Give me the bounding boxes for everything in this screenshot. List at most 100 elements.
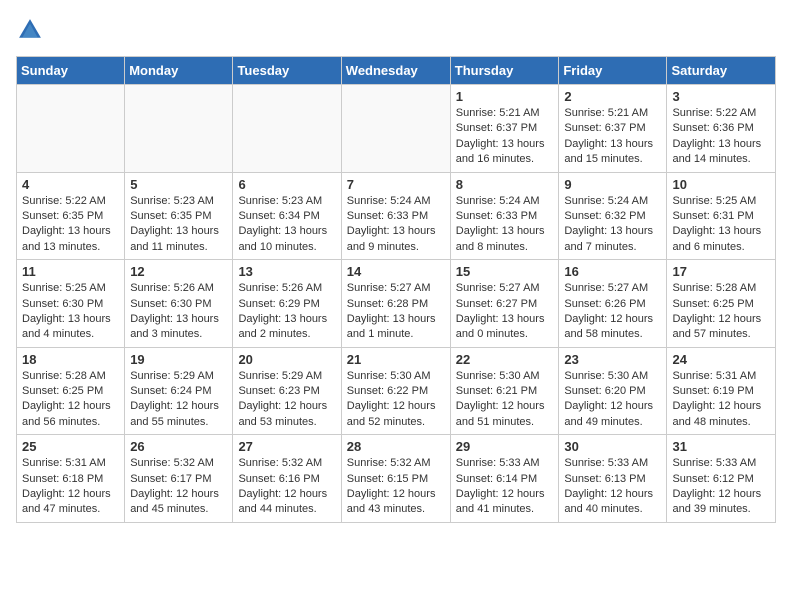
day-number: 6 [238, 177, 335, 192]
day-info: Sunrise: 5:26 AM Sunset: 6:30 PM Dayligh… [130, 281, 227, 343]
day-number: 1 [456, 89, 554, 104]
logo [16, 16, 48, 44]
day-number: 25 [22, 439, 119, 454]
calendar-cell: 19Sunrise: 5:29 AM Sunset: 6:24 PM Dayli… [125, 347, 233, 435]
day-number: 30 [564, 439, 661, 454]
calendar-cell: 1 Sunrise: 5:21 AM Sunset: 6:37 PM Daylig… [450, 85, 559, 173]
calendar-cell: 30 Sunrise: 5:33 AM Sunset: 6:13 PM Dayli… [559, 435, 667, 523]
day-number: 2 [564, 89, 661, 104]
day-number: 4 [22, 177, 119, 192]
week-row-0: 1 Sunrise: 5:21 AM Sunset: 6:37 PM Daylig… [17, 85, 776, 173]
day-info: Sunrise: 5:27 AM Sunset: 6:26 PM Dayligh… [564, 281, 661, 343]
day-info: Sunrise: 5:22 AM Sunset: 6:36 PM Dayligh… [672, 106, 770, 168]
calendar-cell [17, 85, 125, 173]
day-info: Sunrise: 5:21 AM Sunset: 6:37 PM Dayligh… [456, 106, 554, 168]
day-number: 13 [238, 264, 335, 279]
day-info: Sunrise: 5:29 AM Sunset: 6:23 PM Dayligh… [238, 369, 335, 431]
day-info: Sunrise: 5:24 AM Sunset: 6:33 PM Dayligh… [456, 194, 554, 256]
calendar-cell: 12 Sunrise: 5:26 AM Sunset: 6:30 PM Dayli… [125, 260, 233, 348]
day-info: Sunrise: 5:23 AM Sunset: 6:34 PM Dayligh… [238, 194, 335, 256]
calendar-cell [125, 85, 233, 173]
day-info: Sunrise: 5:32 AM Sunset: 6:16 PM Dayligh… [238, 456, 335, 518]
calendar-cell: 24 Sunrise: 5:31 AM Sunset: 6:19 PM Dayli… [667, 347, 776, 435]
calendar-table: SundayMondayTuesdayWednesdayThursdayFrid… [16, 56, 776, 523]
day-number: 12 [130, 264, 227, 279]
day-info: Sunrise: 5:28 AM Sunset: 6:25 PM Dayligh… [672, 281, 770, 343]
day-info: Sunrise: 5:31 AM Sunset: 6:18 PM Dayligh… [22, 456, 119, 518]
day-number: 5 [130, 177, 227, 192]
calendar-cell: 28Sunrise: 5:32 AM Sunset: 6:15 PM Dayli… [341, 435, 450, 523]
day-number: 14 [347, 264, 445, 279]
calendar-cell: 7Sunrise: 5:24 AM Sunset: 6:33 PM Daylig… [341, 172, 450, 260]
page-header [16, 16, 776, 44]
day-number: 31 [672, 439, 770, 454]
calendar-cell: 25 Sunrise: 5:31 AM Sunset: 6:18 PM Dayli… [17, 435, 125, 523]
day-number: 20 [238, 352, 335, 367]
calendar-cell: 29 Sunrise: 5:33 AM Sunset: 6:14 PM Dayli… [450, 435, 559, 523]
day-info: Sunrise: 5:23 AM Sunset: 6:35 PM Dayligh… [130, 194, 227, 256]
day-info: Sunrise: 5:30 AM Sunset: 6:22 PM Dayligh… [347, 369, 445, 431]
calendar-cell: 13Sunrise: 5:26 AM Sunset: 6:29 PM Dayli… [233, 260, 341, 348]
day-number: 29 [456, 439, 554, 454]
calendar-cell: 17 Sunrise: 5:28 AM Sunset: 6:25 PM Dayli… [667, 260, 776, 348]
calendar-cell: 18 Sunrise: 5:28 AM Sunset: 6:25 PM Dayli… [17, 347, 125, 435]
calendar-cell: 16 Sunrise: 5:27 AM Sunset: 6:26 PM Dayli… [559, 260, 667, 348]
day-header-wednesday: Wednesday [341, 57, 450, 85]
day-info: Sunrise: 5:30 AM Sunset: 6:21 PM Dayligh… [456, 369, 554, 431]
day-info: Sunrise: 5:24 AM Sunset: 6:32 PM Dayligh… [564, 194, 661, 256]
calendar-cell: 14 Sunrise: 5:27 AM Sunset: 6:28 PM Dayli… [341, 260, 450, 348]
calendar-cell [233, 85, 341, 173]
day-number: 24 [672, 352, 770, 367]
week-row-1: 4 Sunrise: 5:22 AM Sunset: 6:35 PM Daylig… [17, 172, 776, 260]
day-number: 18 [22, 352, 119, 367]
day-info: Sunrise: 5:21 AM Sunset: 6:37 PM Dayligh… [564, 106, 661, 168]
day-header-tuesday: Tuesday [233, 57, 341, 85]
day-info: Sunrise: 5:33 AM Sunset: 6:13 PM Dayligh… [564, 456, 661, 518]
day-number: 3 [672, 89, 770, 104]
calendar-cell: 9 Sunrise: 5:24 AM Sunset: 6:32 PM Daylig… [559, 172, 667, 260]
day-header-friday: Friday [559, 57, 667, 85]
day-info: Sunrise: 5:22 AM Sunset: 6:35 PM Dayligh… [22, 194, 119, 256]
day-info: Sunrise: 5:30 AM Sunset: 6:20 PM Dayligh… [564, 369, 661, 431]
day-info: Sunrise: 5:33 AM Sunset: 6:12 PM Dayligh… [672, 456, 770, 518]
day-info: Sunrise: 5:24 AM Sunset: 6:33 PM Dayligh… [347, 194, 445, 256]
calendar-cell: 2 Sunrise: 5:21 AM Sunset: 6:37 PM Daylig… [559, 85, 667, 173]
day-info: Sunrise: 5:32 AM Sunset: 6:17 PM Dayligh… [130, 456, 227, 518]
day-info: Sunrise: 5:33 AM Sunset: 6:14 PM Dayligh… [456, 456, 554, 518]
day-number: 17 [672, 264, 770, 279]
week-row-2: 11 Sunrise: 5:25 AM Sunset: 6:30 PM Dayli… [17, 260, 776, 348]
calendar-cell: 20 Sunrise: 5:29 AM Sunset: 6:23 PM Dayli… [233, 347, 341, 435]
day-number: 16 [564, 264, 661, 279]
day-header-thursday: Thursday [450, 57, 559, 85]
day-number: 22 [456, 352, 554, 367]
week-row-4: 25 Sunrise: 5:31 AM Sunset: 6:18 PM Dayli… [17, 435, 776, 523]
day-header-monday: Monday [125, 57, 233, 85]
calendar-cell: 11 Sunrise: 5:25 AM Sunset: 6:30 PM Dayli… [17, 260, 125, 348]
calendar-cell: 6 Sunrise: 5:23 AM Sunset: 6:34 PM Daylig… [233, 172, 341, 260]
day-info: Sunrise: 5:25 AM Sunset: 6:31 PM Dayligh… [672, 194, 770, 256]
day-number: 21 [347, 352, 445, 367]
day-number: 15 [456, 264, 554, 279]
day-info: Sunrise: 5:27 AM Sunset: 6:28 PM Dayligh… [347, 281, 445, 343]
day-info: Sunrise: 5:31 AM Sunset: 6:19 PM Dayligh… [672, 369, 770, 431]
day-header-sunday: Sunday [17, 57, 125, 85]
calendar-cell: 8Sunrise: 5:24 AM Sunset: 6:33 PM Daylig… [450, 172, 559, 260]
calendar-cell: 5 Sunrise: 5:23 AM Sunset: 6:35 PM Daylig… [125, 172, 233, 260]
day-number: 11 [22, 264, 119, 279]
day-info: Sunrise: 5:28 AM Sunset: 6:25 PM Dayligh… [22, 369, 119, 431]
calendar-cell [341, 85, 450, 173]
day-header-saturday: Saturday [667, 57, 776, 85]
calendar-cell: 3 Sunrise: 5:22 AM Sunset: 6:36 PM Daylig… [667, 85, 776, 173]
calendar-cell: 10Sunrise: 5:25 AM Sunset: 6:31 PM Dayli… [667, 172, 776, 260]
day-info: Sunrise: 5:25 AM Sunset: 6:30 PM Dayligh… [22, 281, 119, 343]
day-number: 27 [238, 439, 335, 454]
calendar-cell: 31 Sunrise: 5:33 AM Sunset: 6:12 PM Dayli… [667, 435, 776, 523]
day-number: 9 [564, 177, 661, 192]
day-info: Sunrise: 5:29 AM Sunset: 6:24 PM Dayligh… [130, 369, 227, 431]
calendar-cell: 15Sunrise: 5:27 AM Sunset: 6:27 PM Dayli… [450, 260, 559, 348]
calendar-header-row: SundayMondayTuesdayWednesdayThursdayFrid… [17, 57, 776, 85]
calendar-cell: 22 Sunrise: 5:30 AM Sunset: 6:21 PM Dayli… [450, 347, 559, 435]
calendar-cell: 21 Sunrise: 5:30 AM Sunset: 6:22 PM Dayli… [341, 347, 450, 435]
logo-icon [16, 16, 44, 44]
calendar-cell: 4 Sunrise: 5:22 AM Sunset: 6:35 PM Daylig… [17, 172, 125, 260]
